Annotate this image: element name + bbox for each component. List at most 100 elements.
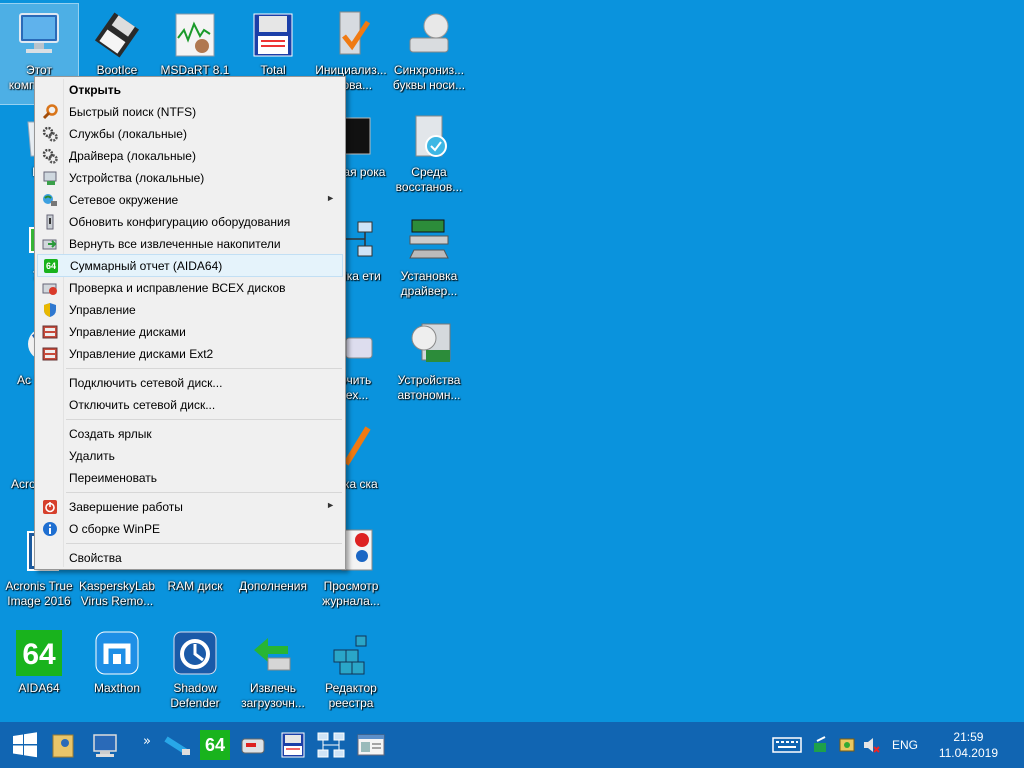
clock-time: 21:59 — [953, 730, 984, 744]
menu-item-label: Устройства (локальные) — [69, 170, 205, 185]
menu-item-quick-search[interactable]: Быстрый поиск (NTFS) — [37, 101, 343, 122]
menu-item-shutdown[interactable]: Завершение работы ► — [37, 496, 343, 517]
menu-separator — [66, 492, 342, 493]
desktop-icon-label: Дополнения — [239, 579, 307, 593]
menu-item-delete[interactable]: Удалить — [37, 445, 343, 466]
clock-date: 11.04.2019 — [938, 746, 998, 760]
menu-item-create-shortcut[interactable]: Создать ярлык — [37, 423, 343, 444]
desktop-icon-label: Извлечь загрузочн... — [241, 681, 305, 710]
menu-item-label: Быстрый поиск (NTFS) — [69, 104, 197, 119]
menu-item-services[interactable]: Службы (локальные) — [37, 123, 343, 144]
total-commander-icon — [248, 10, 298, 60]
total-commander-icon[interactable] — [276, 728, 310, 762]
shadow-defender-icon — [170, 628, 220, 678]
menu-item-devices[interactable]: Устройства (локальные) — [37, 167, 343, 188]
desktop-icon-eject-usb[interactable]: Извлечь загрузочн... — [234, 622, 312, 722]
menu-item-about-winpe[interactable]: О сборке WinPE — [37, 518, 343, 539]
msdart-icon — [170, 10, 220, 60]
desktop-icon-recovery[interactable]: Среда восстанов... — [390, 106, 468, 206]
context-menu: Открыть Быстрый поиск (NTFS) Службы (лок… — [34, 76, 346, 570]
offline-devices-icon — [404, 320, 454, 370]
aida64-icon[interactable]: 64 — [198, 728, 232, 762]
menu-item-properties[interactable]: Свойства — [37, 547, 343, 568]
menu-item-disconnect-network-drive[interactable]: Отключить сетевой диск... — [37, 394, 343, 415]
taskbar: » 64 ENG 21:59 11.04.2019 — [0, 722, 1024, 768]
keyboard-icon[interactable] — [770, 728, 804, 762]
eject-usb-icon — [248, 628, 298, 678]
desktop-icon-sync-drives[interactable]: Синхрониз... буквы носи... — [390, 4, 468, 104]
menu-item-disk-management-ext2[interactable]: Управление дисками Ext2 — [37, 343, 343, 364]
desktop-icon-aida64[interactable]: 64 AIDA64 — [0, 622, 78, 722]
explorer-icon[interactable] — [46, 728, 80, 762]
desktop-icon-driver-install[interactable]: Установка драйвер... — [390, 210, 468, 310]
submenu-arrow-icon: ► — [326, 500, 335, 510]
usb-tool-icon[interactable] — [160, 728, 194, 762]
volume-tray-icon[interactable] — [858, 728, 884, 762]
overflow-icon[interactable]: » — [134, 724, 160, 758]
hardware-icon — [37, 211, 63, 232]
menu-item-label: Управление — [69, 302, 136, 317]
usb-tray-icon[interactable] — [834, 728, 860, 762]
menu-item-label: Переименовать — [69, 470, 157, 485]
menu-item-label: Обновить конфигурацию оборудования — [69, 214, 291, 229]
computer-icon[interactable] — [88, 728, 122, 762]
aida64-badge: 64 — [44, 258, 58, 273]
window-icon[interactable] — [354, 728, 388, 762]
disk-tool-icon[interactable] — [236, 728, 270, 762]
menu-item-manage[interactable]: Управление — [37, 299, 343, 320]
menu-separator — [66, 368, 342, 369]
drive-return-icon — [37, 233, 63, 254]
menu-separator — [66, 543, 342, 544]
aida64-icon: 64 — [14, 628, 64, 678]
desktop-icon-label: KasperskyLab Virus Remo... — [79, 579, 155, 608]
menu-item-label: О сборке WinPE — [69, 521, 160, 536]
menu-item-rename[interactable]: Переименовать — [37, 467, 343, 488]
menu-item-update-hardware[interactable]: Обновить конфигурацию оборудования — [37, 211, 343, 232]
clock[interactable]: 21:59 11.04.2019 — [939, 729, 998, 761]
network-setup-icon[interactable] — [314, 728, 348, 762]
menu-item-label: Управление дисками Ext2 — [69, 346, 214, 361]
network-tray-icon[interactable] — [808, 728, 834, 762]
disk-management-icon — [37, 343, 63, 364]
menu-item-map-network-drive[interactable]: Подключить сетевой диск... — [37, 372, 343, 393]
search-icon — [37, 101, 63, 122]
menu-item-label: Управление дисками — [69, 324, 186, 339]
menu-item-disk-management[interactable]: Управление дисками — [37, 321, 343, 342]
input-language[interactable]: ENG — [892, 738, 918, 752]
aida64-taskbar-text: 64 — [200, 730, 230, 760]
maxthon-icon — [92, 628, 142, 678]
menu-item-label: Завершение работы — [69, 499, 183, 514]
desktop-icon-label: Синхрониз... буквы носи... — [392, 63, 466, 92]
desktop-icon-shadow-defender[interactable]: Shadow Defender — [156, 622, 234, 722]
desktop-icon-label: RAM диск — [167, 579, 223, 593]
gears-icon — [37, 123, 63, 144]
menu-item-label: Отключить сетевой диск... — [69, 397, 216, 412]
desktop-icon-registry-editor[interactable]: Редактор реестра — [312, 622, 390, 722]
menu-item-label: Свойства — [69, 550, 122, 565]
desktop-icon-label: Среда восстанов... — [395, 165, 463, 194]
menu-item-check-all-disks[interactable]: Проверка и исправление ВСЕХ дисков — [37, 277, 343, 298]
desktop-icon-offline-devices[interactable]: Устройства автономн... — [390, 314, 468, 414]
sync-drives-icon — [404, 10, 454, 60]
gears-icon — [37, 145, 63, 166]
menu-item-label: Создать ярлык — [69, 426, 152, 441]
power-icon — [37, 496, 63, 517]
menu-item-label: Сетевое окружение — [69, 192, 179, 207]
aida64-icon-text: 64 — [22, 638, 56, 671]
network-icon — [37, 189, 63, 210]
menu-item-open[interactable]: Открыть — [37, 79, 343, 100]
shield-icon — [37, 299, 63, 320]
menu-item-label: Суммарный отчет (AIDA64) — [70, 258, 223, 273]
menu-item-label: Драйвера (локальные) — [69, 148, 196, 163]
menu-item-drivers[interactable]: Драйвера (локальные) — [37, 145, 343, 166]
menu-item-aida64-report[interactable]: 64 Суммарный отчет (AIDA64) — [37, 254, 343, 277]
desktop-icon-label: Maxthon — [93, 681, 141, 695]
desktop-icon-label: Acronis True Image 2016 — [5, 579, 73, 608]
windows-start-icon[interactable] — [8, 728, 42, 762]
menu-item-label: Службы (локальные) — [69, 126, 187, 141]
info-icon — [37, 518, 63, 539]
desktop-icon-label: Редактор реестра — [325, 681, 377, 710]
menu-item-return-drives[interactable]: Вернуть все извлеченные накопители — [37, 233, 343, 254]
menu-item-network[interactable]: Сетевое окружение ► — [37, 189, 343, 210]
desktop-icon-maxthon[interactable]: Maxthon — [78, 622, 156, 722]
